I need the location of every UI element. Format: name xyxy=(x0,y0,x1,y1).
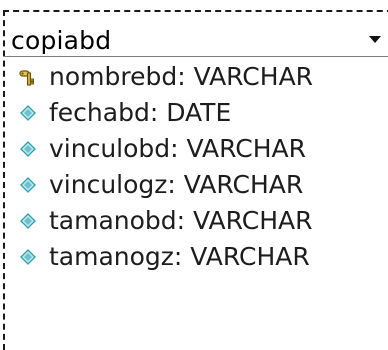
key-icon xyxy=(19,70,34,86)
column-label: tamanogz: VARCHAR xyxy=(49,242,310,271)
column-label: nombrebd: VARCHAR xyxy=(49,62,314,91)
column-row-tamanobd[interactable]: tamanobd: VARCHAR xyxy=(5,203,388,239)
diamond-icon xyxy=(20,213,36,229)
diamond-icon xyxy=(20,105,36,121)
diamond-icon xyxy=(20,249,36,265)
diamond-icon xyxy=(20,141,36,157)
column-list: nombrebd: VARCHAR fechabd: DATE vinculob… xyxy=(5,59,388,275)
column-row-vinculobd[interactable]: vinculobd: VARCHAR xyxy=(5,131,388,167)
column-row-tamanogz[interactable]: tamanogz: VARCHAR xyxy=(5,239,388,275)
column-label: fechabd: DATE xyxy=(49,98,232,127)
column-label: vinculobd: VARCHAR xyxy=(49,134,306,163)
column-row-nombrebd[interactable]: nombrebd: VARCHAR xyxy=(5,59,388,95)
column-row-fechabd[interactable]: fechabd: DATE xyxy=(5,95,388,131)
collapse-arrow-icon[interactable] xyxy=(369,36,381,43)
entity-header[interactable]: copiabd xyxy=(5,24,388,57)
column-label: vinculogz: VARCHAR xyxy=(49,170,304,199)
entity-table[interactable]: copiabd nombrebd: VARCHAR fechabd: DATE xyxy=(3,10,388,350)
entity-title: copiabd xyxy=(11,26,112,55)
diamond-icon xyxy=(20,177,36,193)
column-label: tamanobd: VARCHAR xyxy=(49,206,313,235)
column-row-vinculogz[interactable]: vinculogz: VARCHAR xyxy=(5,167,388,203)
